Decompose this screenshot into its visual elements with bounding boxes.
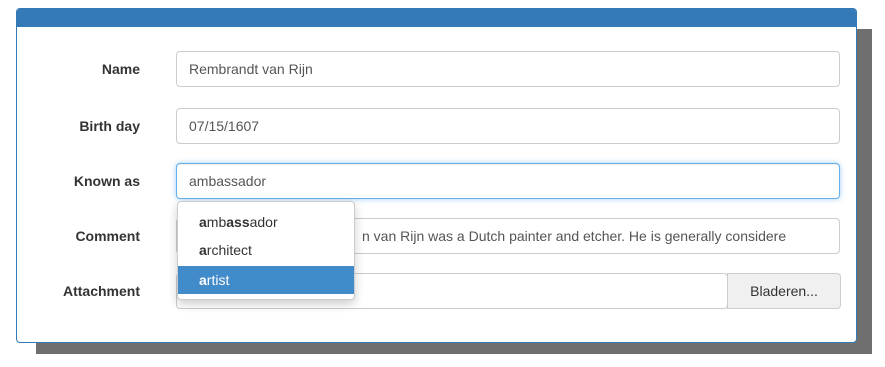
comment-visible-text: n van Rijn was a Dutch painter and etche…	[362, 228, 787, 244]
autocomplete-item-architect[interactable]: architect	[178, 236, 354, 264]
birthday-row: Birth day 07/15/1607	[17, 106, 856, 146]
form-panel: Name Rembrandt van Rijn Birth day 07/15/…	[16, 8, 857, 343]
autocomplete-item-ambassador[interactable]: ambassador	[178, 208, 354, 236]
birthday-input[interactable]: 07/15/1607	[176, 108, 840, 144]
match-highlight: a	[199, 242, 207, 258]
comment-row: Comment n van Rijn was a Dutch painter a…	[17, 216, 856, 256]
known-as-input[interactable]: ambassador	[176, 163, 840, 199]
autocomplete-item-artist[interactable]: artist	[178, 266, 354, 294]
name-input[interactable]: Rembrandt van Rijn	[176, 51, 840, 87]
birthday-label: Birth day	[79, 118, 140, 134]
attachment-label: Attachment	[62, 283, 140, 299]
comment-label: Comment	[75, 228, 140, 244]
attachment-row: Attachment Bladeren...	[17, 271, 856, 311]
match-highlight: a	[199, 272, 207, 288]
autocomplete-dropdown: ambassador architect artist	[177, 201, 355, 300]
panel-heading	[17, 9, 856, 27]
match-highlight: a	[199, 214, 207, 230]
browse-button[interactable]: Bladeren...	[727, 273, 841, 309]
name-label: Name	[101, 61, 140, 77]
known-as-row: Known as ambassador	[17, 161, 856, 201]
item-text: rtist	[206, 272, 230, 288]
known-as-label: Known as	[73, 173, 140, 189]
item-text: ador	[249, 214, 278, 230]
item-text: rchitect	[206, 242, 252, 258]
match-highlight: ass	[226, 214, 250, 230]
item-text: mb	[206, 214, 227, 230]
name-row: Name Rembrandt van Rijn	[17, 49, 856, 89]
